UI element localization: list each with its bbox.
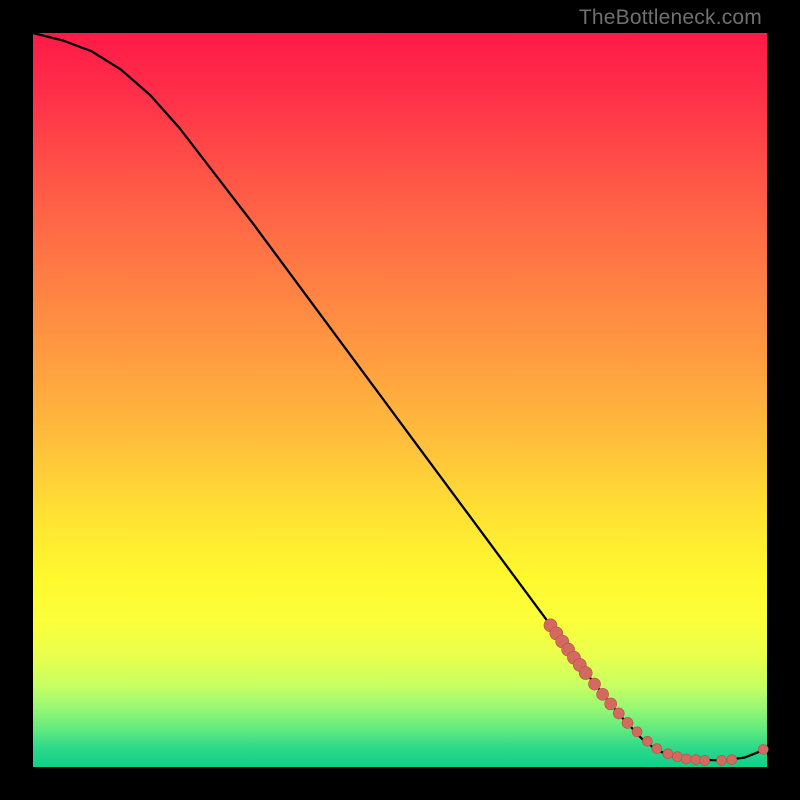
data-point: [681, 754, 691, 764]
data-point: [613, 708, 624, 719]
data-point: [758, 744, 768, 754]
data-point: [605, 698, 617, 710]
data-point: [727, 755, 737, 765]
data-point: [652, 744, 662, 754]
watermark-text: TheBottleneck.com: [579, 6, 762, 30]
data-point: [716, 755, 726, 765]
data-point: [632, 727, 642, 737]
bottleneck-curve: [33, 33, 767, 760]
chart-frame: TheBottleneck.com: [0, 0, 800, 800]
data-point: [663, 749, 673, 759]
data-point: [691, 755, 701, 765]
chart-overlay: [33, 33, 767, 767]
data-point: [642, 736, 652, 746]
data-point: [589, 678, 601, 690]
data-point: [579, 667, 592, 680]
data-point: [672, 752, 682, 762]
data-point: [700, 755, 710, 765]
data-point: [622, 717, 633, 728]
data-point: [597, 688, 609, 700]
